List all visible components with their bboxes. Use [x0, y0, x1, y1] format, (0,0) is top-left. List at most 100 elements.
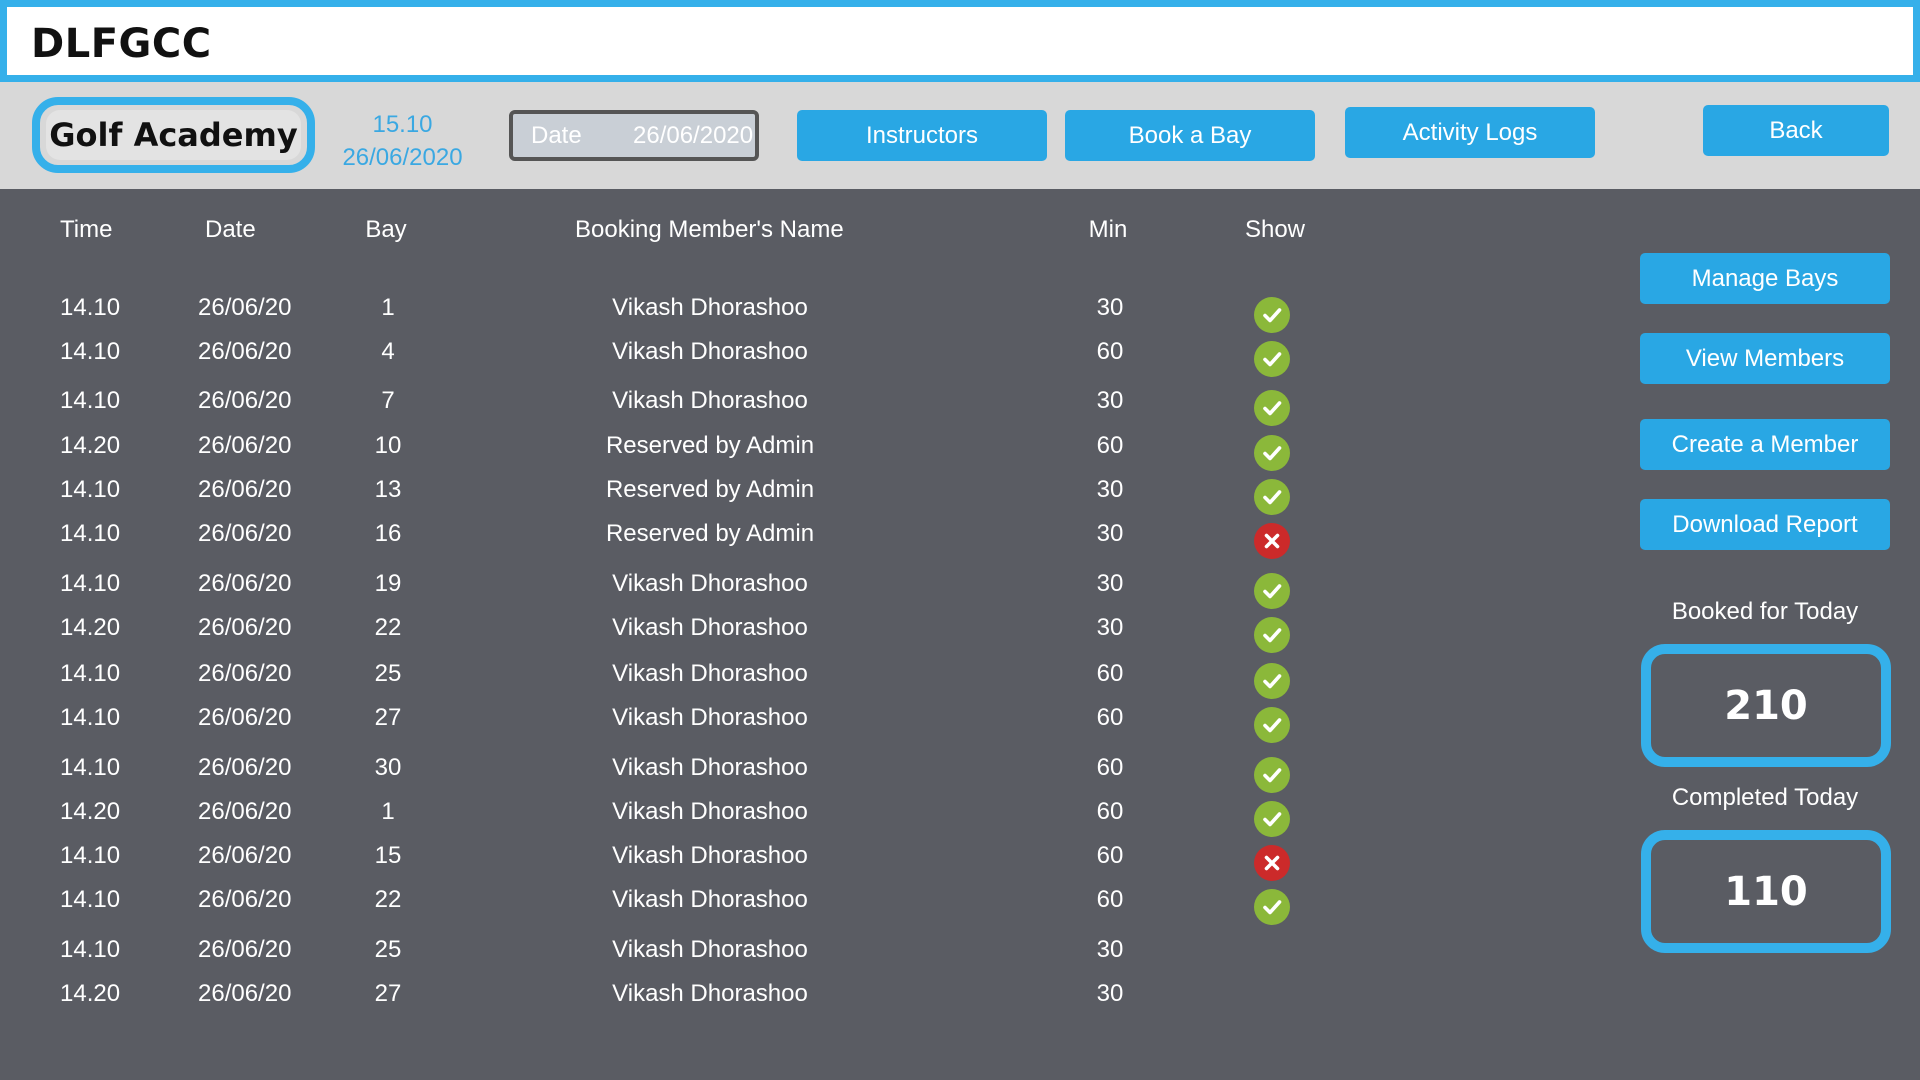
- row-member-name: Vikash Dhorashoo: [612, 842, 808, 869]
- row-date: 26/06/20: [198, 936, 292, 963]
- row-min: 60: [1096, 754, 1124, 781]
- row-min: 30: [1096, 936, 1124, 963]
- row-date: 26/06/20: [198, 754, 292, 781]
- row-member-name: Vikash Dhorashoo: [612, 980, 808, 1007]
- row-member-name: Vikash Dhorashoo: [612, 614, 808, 641]
- row-bay: 19: [374, 570, 402, 597]
- row-bay: 22: [374, 614, 402, 641]
- academy-badge[interactable]: Golf Academy: [32, 97, 315, 173]
- row-min: 60: [1096, 886, 1124, 913]
- check-icon: [1254, 479, 1290, 515]
- row-member-name: Vikash Dhorashoo: [612, 704, 808, 731]
- row-min: 60: [1096, 704, 1124, 731]
- check-icon: [1254, 801, 1290, 837]
- row-time: 14.10: [60, 338, 121, 365]
- header-member-name: Booking Member's Name: [575, 216, 844, 243]
- row-time: 14.10: [60, 886, 121, 913]
- row-time: 14.20: [60, 614, 121, 641]
- row-bay: 16: [374, 520, 402, 547]
- row-time: 14.10: [60, 754, 121, 781]
- row-time: 14.10: [60, 842, 121, 869]
- current-datetime: 15.10 26/06/2020: [330, 108, 475, 174]
- row-min: 30: [1096, 520, 1124, 547]
- row-time: 14.20: [60, 798, 121, 825]
- check-icon: [1254, 435, 1290, 471]
- row-date: 26/06/20: [198, 338, 292, 365]
- row-min: 30: [1096, 980, 1124, 1007]
- row-member-name: Vikash Dhorashoo: [612, 387, 808, 414]
- check-icon: [1254, 617, 1290, 653]
- create-member-button[interactable]: Create a Member: [1640, 419, 1890, 470]
- activity-logs-button[interactable]: Activity Logs: [1345, 107, 1595, 158]
- header-show: Show: [1244, 216, 1306, 243]
- completed-today-label: Completed Today: [1671, 784, 1859, 811]
- row-bay: 22: [374, 886, 402, 913]
- row-bay: 27: [374, 704, 402, 731]
- date-field[interactable]: Date 26/06/2020: [509, 110, 759, 161]
- row-date: 26/06/20: [198, 387, 292, 414]
- row-bay: 1: [381, 294, 395, 321]
- row-time: 14.10: [60, 704, 121, 731]
- row-min: 60: [1096, 798, 1124, 825]
- row-bay: 15: [374, 842, 402, 869]
- row-bay: 30: [374, 754, 402, 781]
- row-time: 14.20: [60, 432, 121, 459]
- row-time: 14.20: [60, 980, 121, 1007]
- row-date: 26/06/20: [198, 570, 292, 597]
- current-date: 26/06/2020: [342, 144, 463, 171]
- booked-today-value: 210: [1641, 644, 1891, 767]
- app-title: DLFGCC: [31, 21, 212, 67]
- header-date: Date: [205, 216, 256, 243]
- download-report-button[interactable]: Download Report: [1640, 499, 1890, 550]
- row-min: 30: [1096, 387, 1124, 414]
- back-button[interactable]: Back: [1703, 105, 1889, 156]
- row-time: 14.10: [60, 570, 121, 597]
- row-date: 26/06/20: [198, 432, 292, 459]
- check-icon: [1254, 757, 1290, 793]
- manage-bays-button[interactable]: Manage Bays: [1640, 253, 1890, 304]
- row-member-name: Vikash Dhorashoo: [612, 660, 808, 687]
- row-min: 60: [1096, 842, 1124, 869]
- booked-today-label: Booked for Today: [1671, 598, 1859, 625]
- row-time: 14.10: [60, 936, 121, 963]
- row-min: 60: [1096, 432, 1124, 459]
- row-date: 26/06/20: [198, 886, 292, 913]
- row-date: 26/06/20: [198, 614, 292, 641]
- row-min: 30: [1096, 614, 1124, 641]
- date-field-label: Date: [531, 121, 582, 149]
- row-member-name: Vikash Dhorashoo: [612, 936, 808, 963]
- check-icon: [1254, 707, 1290, 743]
- check-icon: [1254, 889, 1290, 925]
- row-member-name: Vikash Dhorashoo: [612, 754, 808, 781]
- row-min: 60: [1096, 338, 1124, 365]
- row-time: 14.10: [60, 387, 121, 414]
- row-date: 26/06/20: [198, 704, 292, 731]
- check-icon: [1254, 663, 1290, 699]
- row-bay: 25: [374, 936, 402, 963]
- row-bay: 25: [374, 660, 402, 687]
- row-time: 14.10: [60, 660, 121, 687]
- header-bay: Bay: [365, 216, 407, 243]
- toolbar: Golf Academy 15.10 26/06/2020 Date 26/06…: [0, 82, 1920, 189]
- cross-icon: [1254, 523, 1290, 559]
- instructors-button[interactable]: Instructors: [797, 110, 1047, 161]
- completed-today-value: 110: [1641, 830, 1891, 953]
- row-date: 26/06/20: [198, 294, 292, 321]
- row-date: 26/06/20: [198, 798, 292, 825]
- row-min: 30: [1096, 476, 1124, 503]
- row-bay: 13: [374, 476, 402, 503]
- row-min: 60: [1096, 660, 1124, 687]
- view-members-button[interactable]: View Members: [1640, 333, 1890, 384]
- book-a-bay-button[interactable]: Book a Bay: [1065, 110, 1315, 161]
- row-time: 14.10: [60, 476, 121, 503]
- check-icon: [1254, 390, 1290, 426]
- row-date: 26/06/20: [198, 842, 292, 869]
- row-member-name: Vikash Dhorashoo: [612, 886, 808, 913]
- row-date: 26/06/20: [198, 660, 292, 687]
- row-member-name: Reserved by Admin: [605, 476, 815, 503]
- check-icon: [1254, 341, 1290, 377]
- row-member-name: Reserved by Admin: [605, 520, 815, 547]
- row-date: 26/06/20: [198, 520, 292, 547]
- check-icon: [1254, 297, 1290, 333]
- row-bay: 1: [381, 798, 395, 825]
